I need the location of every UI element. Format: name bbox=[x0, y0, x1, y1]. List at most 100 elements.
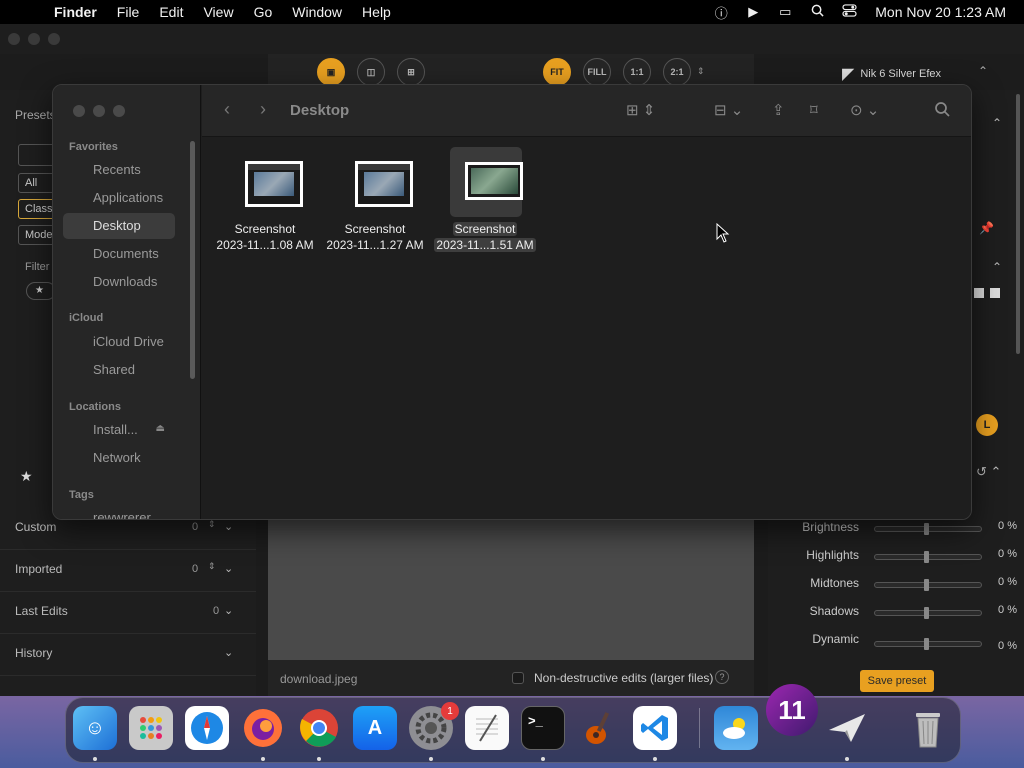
forward-chevron-icon[interactable]: › bbox=[260, 99, 266, 120]
dock-trash-icon[interactable] bbox=[906, 706, 950, 750]
dock-safari-icon[interactable] bbox=[185, 706, 229, 750]
slider-thumb[interactable] bbox=[924, 551, 929, 563]
sidebar-scrollbar[interactable] bbox=[190, 141, 195, 379]
loupe-badge[interactable]: L bbox=[976, 414, 998, 436]
tag-icon[interactable]: ⌑ bbox=[810, 101, 818, 119]
menu-clock[interactable]: Mon Nov 20 1:23 AM bbox=[865, 4, 1024, 20]
nik-minimize-dot[interactable] bbox=[28, 33, 40, 45]
slider-thumb[interactable] bbox=[924, 579, 929, 591]
file-name[interactable]: Screenshot 2023-11...1.27 AM bbox=[320, 221, 430, 253]
dock-vscode-icon[interactable] bbox=[633, 706, 677, 750]
menu-app-finder[interactable]: Finder bbox=[52, 4, 107, 20]
nik-close-dot[interactable] bbox=[8, 33, 20, 45]
chevron-down-icon[interactable]: ⌄ bbox=[224, 520, 233, 533]
zoom-stepper-icon[interactable]: ⇕ bbox=[697, 66, 705, 77]
reset-icon[interactable]: ↺ ⌃ bbox=[976, 464, 1001, 480]
nik-zoom-dot[interactable] bbox=[48, 33, 60, 45]
menu-view[interactable]: View bbox=[193, 4, 243, 20]
dock-finder-icon[interactable]: ☺ bbox=[73, 706, 117, 750]
swatch-square[interactable] bbox=[990, 288, 1000, 298]
file-thumbnail[interactable] bbox=[355, 161, 413, 207]
split-view-icon[interactable]: ◫ bbox=[357, 58, 385, 86]
favorite-star-icon[interactable]: ★ bbox=[20, 468, 33, 485]
dock-eleven-icon[interactable]: 11 bbox=[766, 684, 818, 736]
dock-nik-icon[interactable] bbox=[825, 706, 869, 750]
file-thumbnail[interactable] bbox=[465, 162, 523, 200]
minimize-button[interactable] bbox=[93, 105, 105, 117]
dock-firefox-icon[interactable] bbox=[241, 706, 285, 750]
chevron-down-icon[interactable]: ⌄ bbox=[224, 562, 233, 575]
single-view-icon[interactable]: ▣ bbox=[317, 58, 345, 86]
sidebar-item-recents[interactable]: Recents bbox=[63, 157, 175, 183]
file-name[interactable]: Screenshot 2023-11...1.51 AM bbox=[430, 221, 540, 253]
file-screenshot-3[interactable]: Screenshot 2023-11...1.51 AM bbox=[430, 147, 540, 257]
chevron-down-icon[interactable]: ⌄ bbox=[224, 646, 233, 659]
dock-weather-icon[interactable] bbox=[714, 706, 758, 750]
menu-edit[interactable]: Edit bbox=[149, 4, 193, 20]
dock-textedit-icon[interactable] bbox=[465, 706, 509, 750]
zoom-button[interactable] bbox=[113, 105, 125, 117]
zoom-1-1-button[interactable]: 1:1 bbox=[623, 58, 651, 86]
save-preset-button[interactable]: Save preset bbox=[860, 670, 934, 692]
close-button[interactable] bbox=[73, 105, 85, 117]
preset-group-imported[interactable]: Imported 0 ⇕ ⌄ bbox=[0, 550, 256, 592]
fill-button[interactable]: FILL bbox=[583, 58, 611, 86]
sort-stepper-icon[interactable]: ⇕ bbox=[208, 519, 216, 530]
pin-icon[interactable]: 📌 bbox=[979, 221, 994, 235]
collapse-panel-icon[interactable]: ⌃ bbox=[978, 64, 988, 78]
group-icon[interactable]: ⊟ ⌄ bbox=[714, 101, 743, 119]
sidebar-item-tag[interactable]: rewwrerer bbox=[63, 505, 175, 519]
dock-app-store-icon[interactable]: A bbox=[353, 706, 397, 750]
slider-thumb[interactable] bbox=[924, 638, 929, 650]
dock-chrome-icon[interactable] bbox=[297, 706, 341, 750]
non-destructive-checkbox[interactable] bbox=[512, 672, 524, 684]
zoom-2-1-button[interactable]: 2:1 bbox=[663, 58, 691, 86]
more-actions-icon[interactable]: ⊙ ⌄ bbox=[850, 101, 879, 119]
compare-view-icon[interactable]: ⊞ bbox=[397, 58, 425, 86]
sidebar-item-shared[interactable]: Shared bbox=[63, 357, 175, 383]
help-icon[interactable]: ? bbox=[715, 670, 729, 684]
file-thumbnail[interactable] bbox=[245, 161, 303, 207]
chevron-up-icon[interactable]: ⌃ bbox=[992, 260, 1002, 274]
slider-highlights[interactable]: Highlights 0 % bbox=[768, 542, 1024, 570]
menu-window[interactable]: Window bbox=[282, 4, 352, 20]
sidebar-item-downloads[interactable]: Downloads bbox=[63, 269, 175, 295]
sidebar-item-desktop[interactable]: Desktop bbox=[63, 213, 175, 239]
eject-icon[interactable]: ⏏ bbox=[156, 423, 165, 434]
icon-view-icon[interactable]: ⊞ ⇕ bbox=[626, 101, 655, 119]
chevron-down-icon[interactable]: ⌄ bbox=[224, 604, 233, 617]
sidebar-item-install[interactable]: Install... ⏏ bbox=[63, 417, 175, 443]
menu-file[interactable]: File bbox=[107, 4, 150, 20]
preset-group-last-edits[interactable]: Last Edits 0 ⌄ bbox=[0, 592, 256, 634]
play-icon[interactable]: ▶ bbox=[737, 4, 769, 20]
back-chevron-icon[interactable]: ‹ bbox=[224, 99, 230, 120]
slider-thumb[interactable] bbox=[924, 523, 929, 535]
sidebar-item-applications[interactable]: Applications bbox=[63, 185, 175, 211]
fit-button[interactable]: FIT bbox=[543, 58, 571, 86]
menu-go[interactable]: Go bbox=[244, 4, 283, 20]
sidebar-item-documents[interactable]: Documents bbox=[63, 241, 175, 267]
file-name[interactable]: Screenshot 2023-11...1.08 AM bbox=[210, 221, 320, 253]
control-center-icon[interactable] bbox=[833, 4, 865, 20]
sidebar-item-network[interactable]: Network bbox=[63, 445, 175, 471]
slider-shadows[interactable]: Shadows 0 % bbox=[768, 598, 1024, 626]
dock-launchpad-icon[interactable] bbox=[129, 706, 173, 750]
share-icon[interactable]: ⇪ bbox=[772, 101, 785, 119]
accessibility-icon[interactable]: ⓘ bbox=[705, 3, 737, 22]
chevron-up-icon[interactable]: ⌃ bbox=[992, 116, 1002, 130]
search-icon[interactable] bbox=[934, 101, 950, 121]
swatch-square[interactable] bbox=[974, 288, 984, 298]
image-canvas[interactable] bbox=[268, 520, 754, 660]
menu-help[interactable]: Help bbox=[352, 4, 401, 20]
sidebar-item-icloud-drive[interactable]: iCloud Drive bbox=[63, 329, 175, 355]
sort-stepper-icon[interactable]: ⇕ bbox=[208, 561, 216, 572]
file-screenshot-1[interactable]: Screenshot 2023-11...1.08 AM bbox=[210, 147, 320, 257]
slider-midtones[interactable]: Midtones 0 % bbox=[768, 570, 1024, 598]
dock-terminal-icon[interactable]: >_ bbox=[521, 706, 565, 750]
screen-mirror-icon[interactable]: ▭ bbox=[769, 4, 801, 20]
preset-group-history[interactable]: History ⌄ bbox=[0, 634, 256, 676]
dock-garageband-icon[interactable] bbox=[577, 706, 621, 750]
slider-thumb[interactable] bbox=[924, 607, 929, 619]
file-screenshot-2[interactable]: Screenshot 2023-11...1.27 AM bbox=[320, 147, 430, 257]
adjustments-scrollbar[interactable] bbox=[1016, 94, 1020, 354]
